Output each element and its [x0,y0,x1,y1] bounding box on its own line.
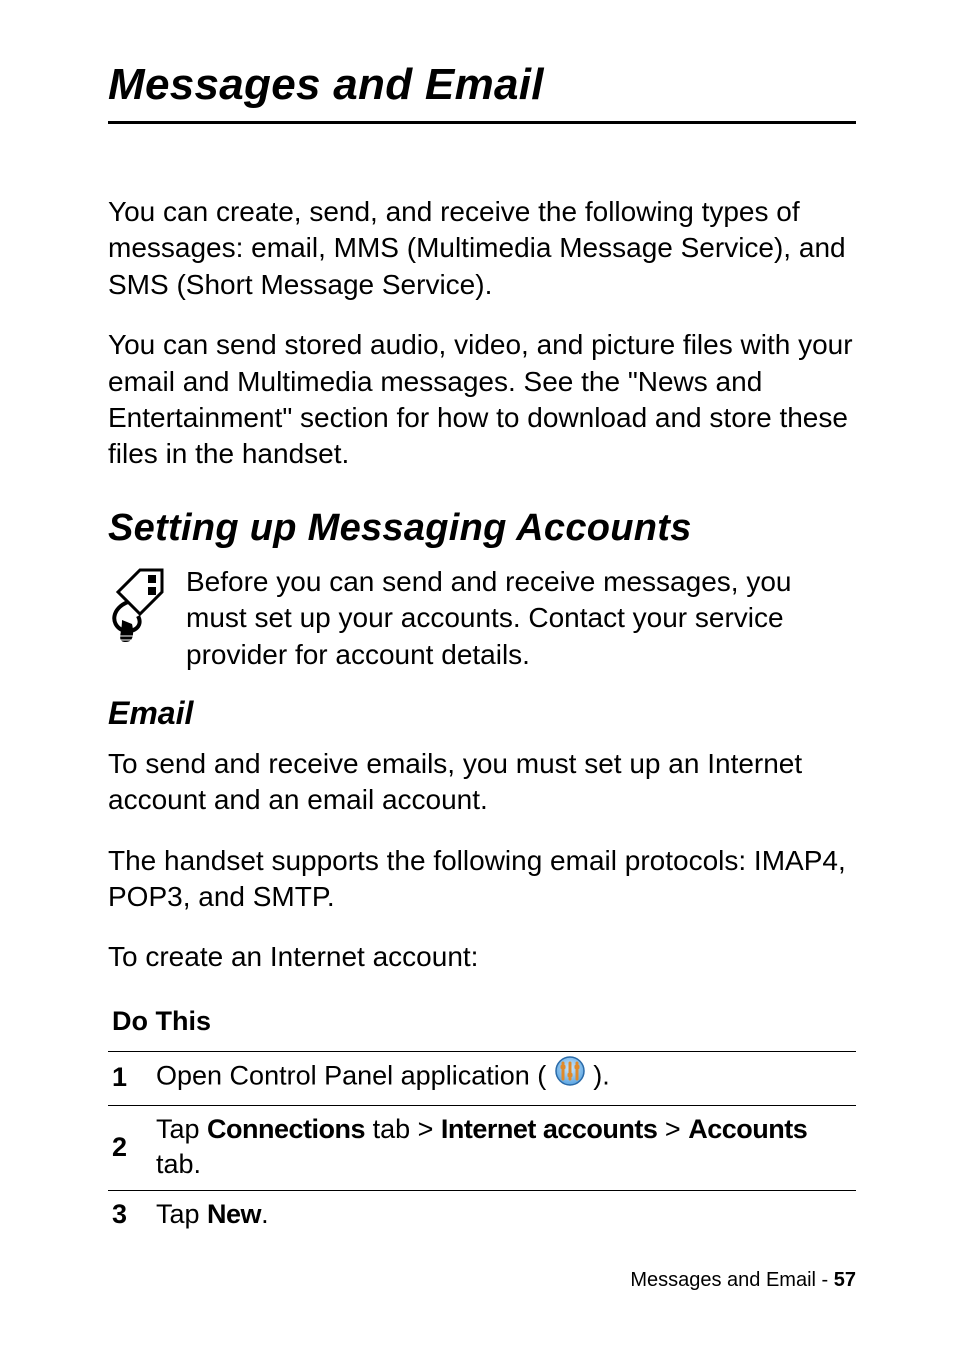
step-text: Open Control Panel application ( [156,1061,554,1091]
step-number: 1 [112,1062,130,1093]
email-paragraph-2: The handset supports the following email… [108,843,856,916]
steps-header: Do This [108,1000,856,1051]
step-row-2: 2 Tap Connections tab > Internet account… [108,1105,856,1190]
step-text: > [657,1114,688,1144]
document-page: Messages and Email You can create, send,… [0,0,954,1240]
step-body: Open Control Panel application ( ). [156,1058,610,1097]
step-body: Tap Connections tab > Internet accounts … [156,1112,852,1182]
note-text: Before you can send and receive messages… [186,564,856,673]
step-text: tab. [156,1149,201,1179]
step-body: Tap New. [156,1197,269,1232]
step-row-3: 3 Tap New. [108,1190,856,1240]
step-text: . [261,1199,269,1229]
email-paragraph-3: To create an Internet account: [108,939,856,975]
page-footer: Messages and Email - 57 [630,1269,856,1292]
chapter-title: Messages and Email [108,60,856,124]
ui-label-accounts: Accounts [688,1114,807,1144]
step-text: Tap [156,1199,207,1229]
steps-table: Do This 1 Open Control Panel application… [108,1000,856,1240]
page-number: 57 [834,1269,856,1291]
ui-label-internet-accounts: Internet accounts [441,1114,658,1144]
section-heading-accounts: Setting up Messaging Accounts [108,507,856,550]
step-text: ). [586,1061,610,1091]
intro-paragraph-1: You can create, send, and receive the fo… [108,194,856,303]
step-number: 2 [112,1132,130,1163]
note-icon [108,564,168,644]
ui-label-new: New [207,1199,261,1229]
step-text: tab > [365,1114,441,1144]
step-row-1: 1 Open Control Panel application ( ). [108,1051,856,1105]
subsection-heading-email: Email [108,695,856,732]
control-panel-icon [555,1056,585,1095]
step-number: 3 [112,1199,130,1230]
step-text: Tap [156,1114,207,1144]
note-block: Before you can send and receive messages… [108,564,856,673]
email-paragraph-1: To send and receive emails, you must set… [108,746,856,819]
ui-label-connections: Connections [207,1114,365,1144]
intro-paragraph-2: You can send stored audio, video, and pi… [108,327,856,473]
footer-label: Messages and Email - [630,1269,833,1291]
